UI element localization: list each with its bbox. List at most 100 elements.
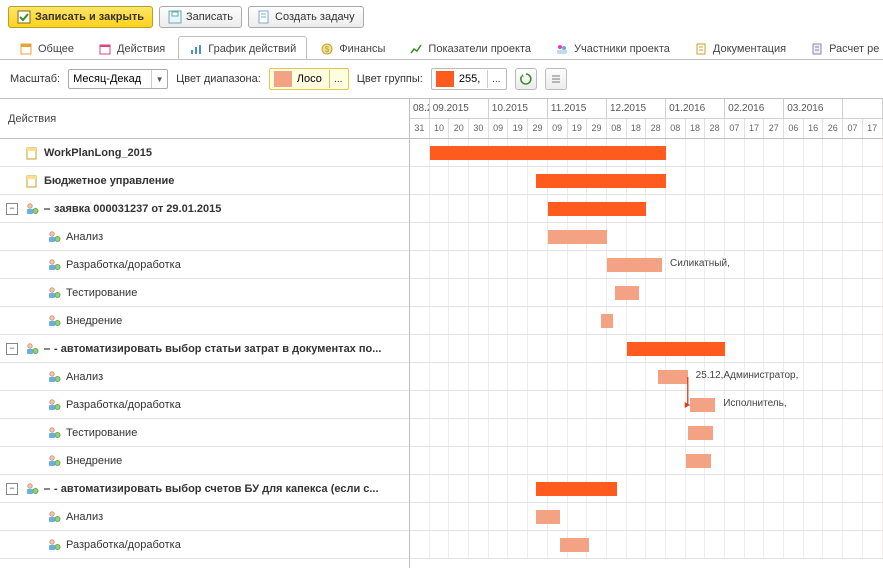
person-icon (24, 201, 40, 217)
tab-docs[interactable]: Документация (683, 36, 797, 60)
task-label: заявка 000031237 от 29.01.2015 (54, 203, 409, 215)
task-row[interactable]: Тестирование (0, 419, 409, 447)
task-row[interactable]: Разработка/доработка (0, 531, 409, 559)
bar-row (410, 223, 883, 251)
day-header-cell: 18 (686, 119, 706, 139)
gantt-bar[interactable] (690, 398, 716, 412)
day-header-cell: 20 (449, 119, 469, 139)
save-button[interactable]: Записать (159, 6, 242, 28)
task-row[interactable]: Бюджетное управление (0, 167, 409, 195)
tab-finance[interactable]: $Финансы (309, 36, 396, 60)
group-color-more-button[interactable]: ... (487, 70, 505, 88)
person-icon (46, 453, 62, 469)
task-row[interactable]: Анализ (0, 363, 409, 391)
month-header-cell: 02.2016 (725, 99, 784, 119)
refresh-icon (519, 72, 533, 86)
gantt-bar[interactable] (615, 286, 639, 300)
bar-row: 25.12,Администратор, (410, 363, 883, 391)
day-header-cell: 06 (784, 119, 804, 139)
list-view-button[interactable] (545, 68, 567, 90)
gantt-bar[interactable] (536, 510, 560, 524)
bar-row (410, 475, 883, 503)
document-icon (24, 173, 40, 189)
day-header-cell: 30 (469, 119, 489, 139)
day-header-cell: 28 (705, 119, 725, 139)
tab-label: Показатели проекта (428, 43, 531, 55)
day-header-cell: 28 (646, 119, 666, 139)
person-icon (46, 509, 62, 525)
refresh-button[interactable] (515, 68, 537, 90)
gantt-bar[interactable] (601, 314, 613, 328)
day-header-cell: 09 (489, 119, 509, 139)
tab-actions-chart[interactable]: График действий (178, 36, 307, 60)
gantt-bar[interactable] (536, 174, 666, 188)
task-row[interactable]: Анализ (0, 503, 409, 531)
tab-label: Расчет ре (829, 43, 879, 55)
document-icon (24, 145, 40, 161)
dash-icon (44, 488, 50, 490)
task-row[interactable]: − - автоматизировать выбор счетов БУ для… (0, 475, 409, 503)
gantt-bar[interactable] (560, 538, 590, 552)
gantt-bar[interactable] (548, 230, 607, 244)
tab-members-icon (555, 42, 569, 56)
task-label: Разработка/доработка (66, 399, 409, 411)
group-color-value[interactable] (457, 72, 487, 86)
range-color-swatch (274, 71, 292, 87)
list-icon (549, 72, 563, 86)
gantt-bar[interactable] (658, 370, 688, 384)
dash-icon (44, 208, 50, 210)
task-row[interactable]: − заявка 000031237 от 29.01.2015 (0, 195, 409, 223)
person-icon (24, 481, 40, 497)
save-close-button[interactable]: Записать и закрыть (8, 6, 153, 28)
month-header-cell: 08.2015 (410, 99, 430, 119)
task-row[interactable]: Внедрение (0, 307, 409, 335)
task-label: Внедрение (66, 315, 409, 327)
dash-icon (44, 348, 50, 350)
chart-settings-row: Масштаб: ▼ Цвет диапазона: ... Цвет груп… (0, 60, 883, 98)
save-label: Записать (186, 11, 233, 23)
gantt-bar[interactable] (607, 258, 662, 272)
expand-toggle[interactable]: − (6, 203, 18, 215)
range-color-picker[interactable]: ... (269, 68, 349, 90)
scale-dropdown[interactable]: ▼ (68, 69, 168, 89)
task-row[interactable]: Анализ (0, 223, 409, 251)
top-toolbar: Записать и закрыть Записать Создать зада… (0, 0, 883, 34)
month-header-cell: 03.2016 (784, 99, 843, 119)
tab-actions[interactable]: Действия (87, 36, 176, 60)
day-header-cell: 31 (410, 119, 430, 139)
day-header-cell: 29 (587, 119, 607, 139)
gantt-bar[interactable] (430, 146, 666, 160)
scale-value-input[interactable] (69, 70, 151, 88)
expand-toggle[interactable]: − (6, 483, 18, 495)
create-task-button[interactable]: Создать задачу (248, 6, 364, 28)
task-row[interactable]: Разработка/доработка (0, 391, 409, 419)
group-color-label: Цвет группы: (357, 73, 423, 85)
month-header-cell: 01.2016 (666, 99, 725, 119)
tab-members[interactable]: Участники проекта (544, 36, 681, 60)
month-header-cell: 12.2015 (607, 99, 666, 119)
gantt-bar[interactable] (686, 454, 712, 468)
day-header-cell: 07 (725, 119, 745, 139)
range-color-value[interactable] (295, 72, 329, 86)
task-row[interactable]: Тестирование (0, 279, 409, 307)
gantt-bar[interactable] (548, 202, 647, 216)
task-row[interactable]: WorkPlanLong_2015 (0, 139, 409, 167)
gantt-bar[interactable] (536, 482, 617, 496)
month-header-cell: 09.2015 (430, 99, 489, 119)
person-icon (46, 285, 62, 301)
scale-dropdown-button[interactable]: ▼ (151, 70, 167, 88)
range-color-more-button[interactable]: ... (329, 70, 347, 88)
gantt-bars-area: Силикатный,25.12,Администратор,Исполните… (410, 139, 883, 559)
tab-general[interactable]: Общее (8, 36, 85, 60)
gantt-right-panel: 08.201509.201510.201511.201512.201501.20… (410, 99, 883, 568)
task-row[interactable]: Внедрение (0, 447, 409, 475)
tab-indicators[interactable]: Показатели проекта (398, 36, 542, 60)
create-task-icon (257, 10, 271, 24)
task-row[interactable]: Разработка/доработка (0, 251, 409, 279)
gantt-bar[interactable] (627, 342, 726, 356)
group-color-picker[interactable]: ... (431, 68, 507, 90)
task-row[interactable]: − - автоматизировать выбор статьи затрат… (0, 335, 409, 363)
tab-recalc[interactable]: Расчет ре (799, 36, 883, 60)
expand-toggle[interactable]: − (6, 343, 18, 355)
gantt-bar[interactable] (688, 426, 714, 440)
